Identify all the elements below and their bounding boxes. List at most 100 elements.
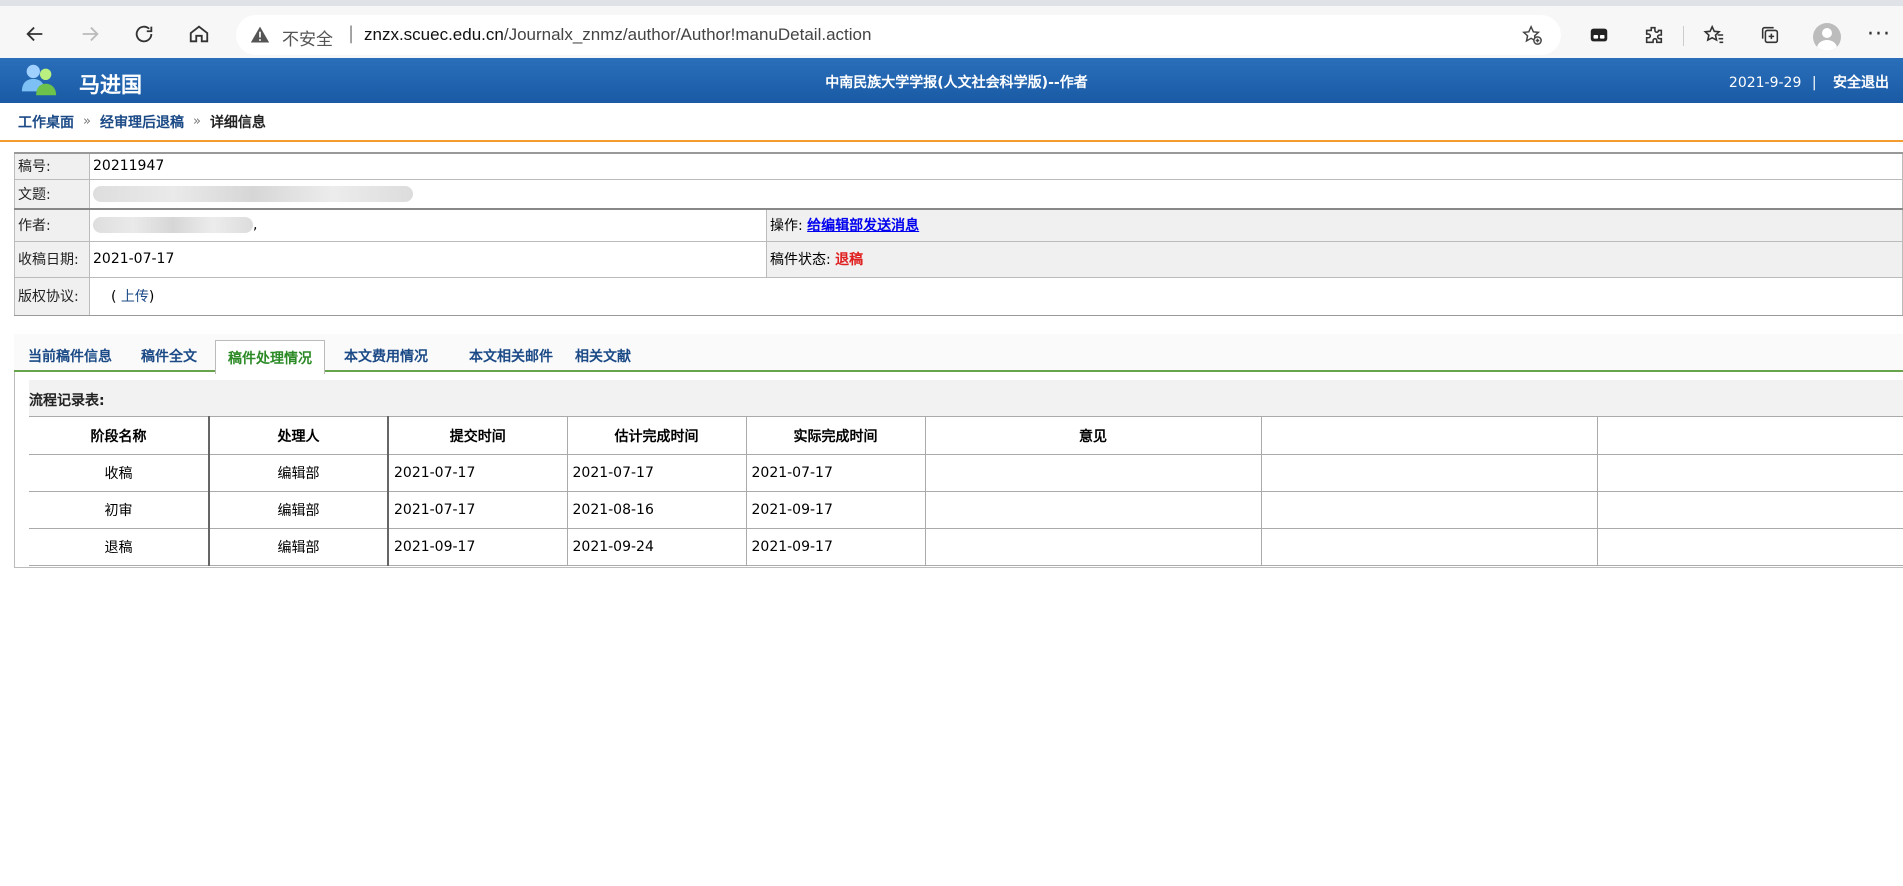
cell-extra-1	[1261, 454, 1598, 492]
process-title: 流程记录表:	[29, 393, 105, 409]
cell-opinion	[925, 528, 1262, 566]
breadcrumb-separator: »	[83, 114, 91, 129]
blurred-author	[93, 217, 253, 234]
header-date: 2021-9-29	[1728, 75, 1802, 91]
breadcrumb-current: 详细信息	[209, 114, 266, 131]
immersive-reader-icon[interactable]	[1585, 21, 1613, 49]
blurred-title	[93, 185, 413, 202]
process-title-bar: 流程记录表:	[29, 380, 1903, 416]
author-label: 作者:	[14, 208, 90, 242]
logout-link[interactable]: 安全退出	[1833, 75, 1889, 91]
author-suffix: ,	[253, 217, 258, 234]
url-text[interactable]: znzx.scuec.edu.cn/Journalx_znmz/author/A…	[364, 25, 871, 45]
cell-submitted: 2021-07-17	[388, 491, 568, 529]
author-value: ,	[89, 208, 767, 242]
tab-fees[interactable]: 本文费用情况	[332, 340, 440, 372]
table-row: 退稿 编辑部 2021-09-17 2021-09-24 2021-09-17	[29, 528, 1903, 566]
received-date-label: 收稿日期:	[14, 240, 90, 278]
table-row: 初审 编辑部 2021-07-17 2021-08-16 2021-09-17	[29, 491, 1903, 529]
col-estimated: 估计完成时间	[567, 416, 747, 455]
warning-icon[interactable]	[250, 25, 270, 45]
address-bar[interactable]: 不安全 | znzx.scuec.edu.cn/Journalx_znmz/au…	[236, 15, 1561, 55]
toolbar-divider	[1683, 26, 1684, 46]
status-cell: 稿件状态: 退稿	[766, 240, 1903, 278]
browser-toolbar: 不安全 | znzx.scuec.edu.cn/Journalx_znmz/au…	[0, 0, 1903, 58]
cell-extra-2	[1597, 528, 1903, 566]
copyright-paren-close: )	[148, 289, 155, 305]
cell-submitted: 2021-09-17	[388, 528, 568, 566]
star-plus-icon[interactable]	[1521, 24, 1543, 46]
process-panel: 流程记录表: 阶段名称 处理人 提交时间 估计完成时间 实际完成时间 意见 收稿…	[14, 372, 1903, 568]
breadcrumb: 工作桌面 » 经审理后退稿 » 详细信息	[0, 103, 1903, 142]
cell-stage: 初审	[29, 491, 210, 529]
url-domain: znzx.scuec.edu.cn	[364, 25, 504, 44]
forward-arrow-icon[interactable]	[72, 18, 108, 50]
insecure-label[interactable]: 不安全	[282, 25, 333, 50]
upload-link[interactable]: 上传	[121, 289, 149, 305]
more-icon[interactable]: ···	[1867, 22, 1891, 47]
tab-current-info[interactable]: 当前稿件信息	[16, 340, 124, 372]
favorites-icon[interactable]	[1700, 21, 1728, 49]
status-label: 稿件状态:	[770, 252, 831, 268]
cell-handler: 编辑部	[209, 454, 389, 492]
cell-estimated: 2021-08-16	[567, 491, 747, 529]
cell-extra-2	[1597, 454, 1903, 492]
col-extra-1	[1261, 416, 1598, 455]
process-header-row: 阶段名称 处理人 提交时间 估计完成时间 实际完成时间 意见	[29, 416, 1903, 455]
col-submitted: 提交时间	[388, 416, 568, 455]
cell-opinion	[925, 454, 1262, 492]
operation-label: 操作:	[770, 218, 803, 235]
col-extra-2	[1597, 416, 1903, 455]
title-label: 文题:	[14, 178, 90, 210]
manuscript-no-label: 稿号:	[14, 152, 90, 180]
home-icon[interactable]	[181, 18, 217, 50]
manuscript-info-table: 稿号: 20211947 文题: 作者: , 操作: 给编辑部发送消息 收稿日期…	[14, 152, 1903, 316]
cell-extra-1	[1261, 528, 1598, 566]
status-value: 退稿	[835, 252, 864, 268]
site-header: 马进国 中南民族大学学报(人文社会科学版)--作者 2021-9-29 | 安全…	[0, 58, 1903, 103]
cell-estimated: 2021-09-24	[567, 528, 747, 566]
breadcrumb-separator: »	[192, 114, 201, 129]
cell-stage: 退稿	[29, 528, 210, 566]
copyright-value: ( 上传)	[89, 276, 1903, 316]
copyright-label: 版权协议:	[14, 276, 90, 316]
copyright-paren-open: (	[111, 289, 117, 305]
col-stage: 阶段名称	[29, 416, 210, 455]
cell-actual: 2021-07-17	[746, 454, 926, 492]
cell-estimated: 2021-07-17	[567, 454, 747, 492]
avatar[interactable]	[1813, 23, 1841, 51]
cell-extra-1	[1261, 491, 1598, 529]
cell-actual: 2021-09-17	[746, 528, 926, 566]
cell-submitted: 2021-07-17	[388, 454, 568, 492]
operation-cell: 操作: 给编辑部发送消息	[766, 208, 1903, 242]
manuscript-no-value: 20211947	[89, 152, 1903, 180]
col-opinion: 意见	[925, 416, 1262, 455]
journal-title: 中南民族大学学报(人文社会科学版)--作者	[825, 75, 1088, 91]
received-date-value: 2021-07-17	[89, 240, 767, 278]
tab-full-text[interactable]: 稿件全文	[129, 340, 209, 372]
detail-tabs: 当前稿件信息 稿件全文 稿件处理情况 本文费用情况 本文相关邮件 相关文献	[14, 334, 1903, 374]
cell-handler: 编辑部	[209, 528, 389, 566]
tab-emails[interactable]: 本文相关邮件	[457, 340, 565, 372]
send-message-link[interactable]: 给编辑部发送消息	[807, 218, 919, 234]
back-arrow-icon[interactable]	[17, 18, 53, 50]
breadcrumb-desktop[interactable]: 工作桌面	[18, 112, 74, 132]
cell-handler: 编辑部	[209, 491, 389, 529]
header-separator: |	[1811, 75, 1817, 91]
puzzle-icon[interactable]	[1640, 21, 1668, 49]
col-actual: 实际完成时间	[746, 416, 926, 455]
col-handler: 处理人	[209, 416, 389, 455]
process-table: 阶段名称 处理人 提交时间 估计完成时间 实际完成时间 意见 收稿 编辑部 20…	[29, 416, 1903, 566]
cell-stage: 收稿	[29, 454, 210, 492]
collections-icon[interactable]	[1756, 21, 1784, 49]
header-right: 2021-9-29 | 安全退出	[1729, 72, 1889, 92]
tab-references[interactable]: 相关文献	[563, 340, 643, 372]
tab-processing[interactable]: 稿件处理情况	[215, 340, 325, 374]
breadcrumb-rejected[interactable]: 经审理后退稿	[100, 112, 184, 132]
cell-extra-2	[1597, 491, 1903, 529]
url-path: /Journalx_znmz/author/Author!manuDetail.…	[503, 25, 872, 44]
refresh-icon[interactable]	[126, 18, 162, 50]
url-separator: |	[348, 23, 355, 44]
title-value	[89, 178, 1903, 210]
table-row: 收稿 编辑部 2021-07-17 2021-07-17 2021-07-17	[29, 454, 1903, 492]
